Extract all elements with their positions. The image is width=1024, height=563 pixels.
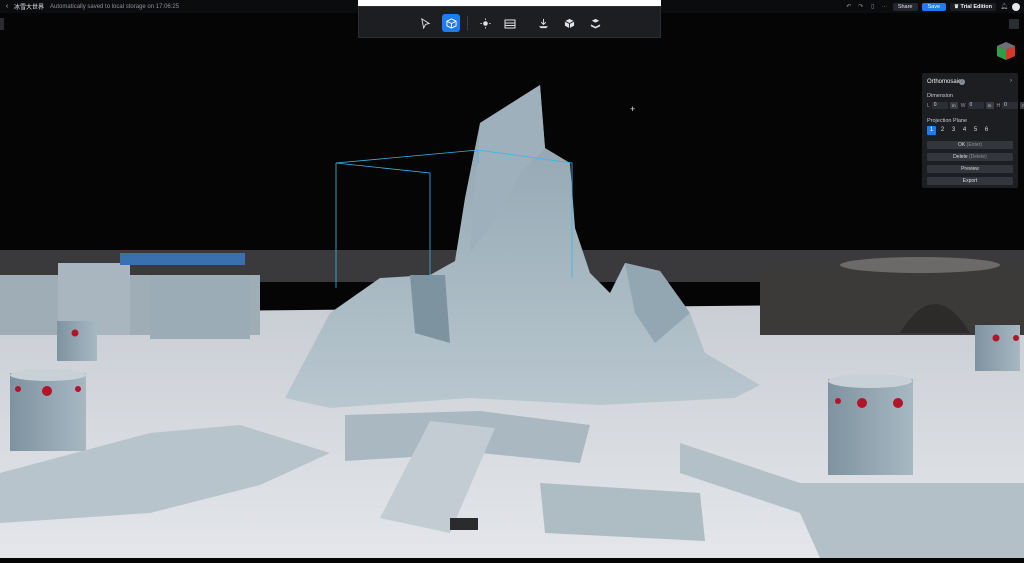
delete-button-label: Delete [953, 154, 968, 160]
redo-icon[interactable]: ↷ [857, 3, 865, 10]
ice-arch-left [410, 275, 450, 343]
volume-tool-button[interactable] [586, 14, 604, 32]
texture-tool-button[interactable] [501, 14, 519, 32]
undo-icon[interactable]: ↶ [845, 3, 853, 10]
dimension-inputs: L 0 m W 0 m H 0 m [927, 102, 1024, 109]
crown-icon: ♛ [954, 3, 959, 10]
dimension-length: L 0 m [927, 102, 958, 109]
crosshair-cursor-icon: + [630, 104, 636, 114]
length-input[interactable]: 0 [931, 102, 948, 109]
trial-edition-label: Trial Edition [960, 3, 992, 10]
ok-button-label: OK [958, 142, 966, 148]
delete-button-hint: (Delete) [969, 154, 987, 160]
width-unit: m [985, 102, 994, 109]
left-ice-building [150, 275, 250, 339]
left-pedestal [10, 373, 86, 451]
projection-plane-label: Projection Plane [927, 118, 968, 124]
user-avatar[interactable] [1012, 2, 1020, 11]
select-tool-button[interactable] [416, 14, 434, 32]
projection-option-1[interactable]: 1 [927, 126, 936, 135]
projection-option-3[interactable]: 3 [949, 126, 958, 135]
top-bar-actions: ↶ ↷ ▯ ··· Share Save ♛ Trial Edition 🔔︎ [845, 1, 1020, 12]
orthomosaic-panel: Orthomosaic i › Dimension L 0 m W 0 m H … [922, 73, 1024, 188]
lighting-tool-button[interactable] [476, 14, 494, 32]
projection-option-2[interactable]: 2 [938, 126, 947, 135]
ok-button-hint: (Enter) [966, 142, 982, 148]
panel-title: Orthomosaic [927, 79, 962, 85]
dimension-height: H 0 m [997, 102, 1024, 109]
right-pedestal [828, 379, 913, 475]
dark-block [450, 518, 478, 530]
layout-grid-button[interactable] [1009, 19, 1019, 29]
share-button[interactable]: Share [892, 2, 918, 11]
right-pedestal-top [828, 374, 912, 388]
box-icon [564, 18, 574, 28]
collapse-arrow-icon[interactable]: › [1010, 78, 1012, 84]
back-icon[interactable]: ‹ [0, 3, 14, 10]
toolbar-separator [467, 16, 468, 30]
projection-plane-options: 1 2 3 4 5 6 [927, 126, 991, 135]
info-icon[interactable]: i [959, 79, 965, 85]
main-toolbar [358, 6, 661, 38]
dimension-width: W 0 m [961, 102, 994, 109]
save-button[interactable]: Save [921, 2, 947, 11]
far-right-pedestal [975, 325, 1020, 371]
blue-structure [120, 253, 245, 265]
ice-city-model [0, 85, 1024, 558]
3d-viewport[interactable] [0, 13, 1024, 558]
delete-button[interactable]: Delete (Delete) [927, 153, 1013, 161]
more-icon[interactable]: ··· [881, 4, 889, 10]
projection-option-4[interactable]: 4 [960, 126, 969, 135]
autosave-status: Automatically saved to local storage on … [50, 3, 180, 10]
height-input[interactable]: 0 [1002, 102, 1019, 109]
box-tool-button[interactable] [560, 14, 578, 32]
ground-tool-button[interactable] [534, 14, 552, 32]
length-unit: m [949, 102, 958, 109]
left-pedestal-top [10, 369, 86, 381]
ground-arrow-icon [538, 18, 548, 28]
projection-option-6[interactable]: 6 [982, 126, 991, 135]
export-button[interactable]: Export [927, 177, 1013, 185]
width-input[interactable]: 0 [967, 102, 984, 109]
left-small-pedestal [57, 321, 97, 361]
projection-option-5[interactable]: 5 [971, 126, 980, 135]
cube-icon [445, 17, 457, 29]
dimension-label: Dimension [927, 93, 953, 99]
dimension-width-label: W [960, 102, 966, 109]
notification-bell-icon[interactable]: 🔔︎ [1000, 3, 1008, 10]
navigation-cube-icon[interactable] [995, 40, 1017, 62]
project-title: 冰雪大世界 [14, 5, 45, 11]
sun-icon [479, 17, 491, 29]
right-dome [840, 257, 1000, 273]
preview-button[interactable]: Preview [927, 165, 1013, 173]
cursor-arrow-icon [420, 17, 430, 29]
ok-button[interactable]: OK (Enter) [927, 141, 1013, 149]
layers-icon [504, 19, 516, 28]
dimension-length-label: L [927, 102, 930, 109]
volume-icon [590, 18, 600, 29]
trial-edition-badge[interactable]: ♛ Trial Edition [950, 2, 996, 11]
document-icon[interactable]: ▯ [869, 3, 877, 10]
model-view-tool-button[interactable] [442, 14, 460, 32]
height-unit: m [1020, 102, 1024, 109]
dimension-height-label: H [996, 102, 1001, 109]
